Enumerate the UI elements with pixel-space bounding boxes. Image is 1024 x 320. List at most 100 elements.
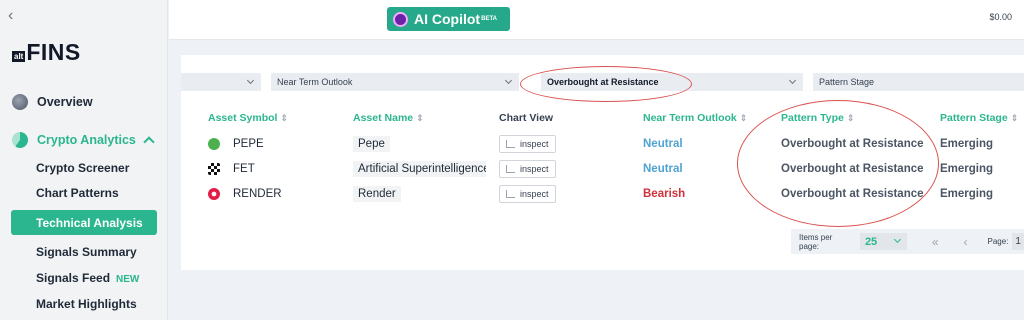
chart-view-cell: inspect bbox=[499, 156, 556, 181]
asset-symbol-cell[interactable]: RENDER bbox=[208, 181, 282, 206]
sidebar-item-chart-patterns[interactable]: Chart Patterns bbox=[36, 186, 119, 200]
filter-pattern-stage[interactable]: Pattern Stage bbox=[813, 73, 1024, 91]
altfins-logo[interactable]: alt FINS bbox=[12, 39, 81, 65]
near-term-outlook-cell: Neutral bbox=[643, 156, 683, 181]
pattern-type-header-label: Pattern Type bbox=[781, 112, 844, 124]
filter-pattern-stage-value: Pattern Stage bbox=[819, 77, 875, 87]
pagination-bar: Items per page: 25 « ‹ Page: 1 bbox=[791, 229, 1024, 254]
first-page-icon[interactable]: « bbox=[932, 235, 939, 249]
page-label: Page: bbox=[987, 237, 1009, 246]
items-per-page-label: Items per page: bbox=[799, 232, 833, 251]
filter-near-term-outlook[interactable]: Near Term Outlook bbox=[271, 73, 519, 91]
inspect-button[interactable]: inspect bbox=[499, 184, 556, 203]
chevron-down-icon bbox=[893, 235, 901, 244]
asset-symbol: RENDER bbox=[233, 187, 282, 200]
render-coin-icon bbox=[208, 187, 220, 200]
sort-icon: ⇕ bbox=[280, 113, 288, 123]
outlook-value: Neutral bbox=[643, 137, 683, 150]
chevron-down-icon bbox=[246, 76, 255, 85]
chart-icon bbox=[506, 189, 515, 198]
column-header-chart-view: Chart View bbox=[499, 112, 554, 124]
new-badge: NEW bbox=[116, 274, 140, 285]
table-row[interactable]: RENDER Render inspect Bearish Overbought… bbox=[181, 181, 1024, 206]
asset-name-cell: Artificial Superintelligence bbox=[353, 156, 486, 181]
signals-feed-label: Signals Feed bbox=[36, 271, 111, 285]
asset-name: Render bbox=[353, 185, 401, 202]
pattern-stage-header-label: Pattern Stage bbox=[940, 112, 1008, 124]
asset-name-header-label: Asset Name bbox=[353, 112, 414, 124]
sidebar-item-technical-analysis[interactable]: Technical Analysis bbox=[11, 210, 157, 235]
outlook-value: Neutral bbox=[643, 162, 683, 175]
asset-name-cell: Render bbox=[353, 181, 401, 206]
sidebar-item-crypto-screener[interactable]: Crypto Screener bbox=[36, 161, 129, 175]
crypto-analytics-icon bbox=[12, 132, 28, 148]
column-header-asset-name[interactable]: Asset Name ⇕ bbox=[353, 112, 424, 124]
nav-overview-label: Overview bbox=[37, 95, 93, 109]
chart-view-cell: inspect bbox=[499, 181, 556, 206]
collapse-sidebar-icon[interactable]: ‹ bbox=[8, 8, 22, 24]
chevron-up-icon[interactable] bbox=[143, 136, 155, 148]
filter-pattern-type-value: Overbought at Resistance bbox=[547, 77, 659, 87]
asset-symbol-cell[interactable]: FET bbox=[208, 156, 255, 181]
inspect-label: inspect bbox=[520, 188, 549, 199]
asset-name-cell: Pepe bbox=[353, 131, 390, 156]
sidebar: ‹ alt FINS Overview Crypto Analytics Cry… bbox=[0, 0, 168, 320]
asset-symbol-cell[interactable]: PEPE bbox=[208, 131, 264, 156]
asset-symbol-header-label: Asset Symbol bbox=[208, 112, 278, 124]
nav-overview[interactable]: Overview bbox=[0, 90, 93, 114]
nav-crypto-analytics-label: Crypto Analytics bbox=[37, 133, 136, 147]
pattern-stage-cell: Emerging bbox=[940, 187, 994, 200]
asset-name: Pepe bbox=[353, 135, 390, 152]
near-term-outlook-header-label: Near Term Outlook bbox=[643, 112, 737, 124]
table-row[interactable]: PEPE Pepe inspect Neutral Overbought at … bbox=[181, 131, 1024, 156]
sort-icon: ⇕ bbox=[846, 113, 855, 123]
nav-crypto-analytics[interactable]: Crypto Analytics bbox=[0, 128, 136, 152]
fet-coin-icon bbox=[208, 162, 220, 175]
pepe-coin-icon bbox=[208, 137, 220, 150]
items-per-page-select[interactable]: 25 bbox=[859, 233, 907, 250]
chart-icon bbox=[506, 164, 515, 173]
copilot-icon bbox=[393, 11, 408, 27]
pattern-stage-cell: Emerging bbox=[940, 137, 994, 150]
filter-dropdown-first[interactable] bbox=[181, 73, 261, 91]
asset-symbol: PEPE bbox=[233, 137, 264, 150]
ai-copilot-button[interactable]: AI Copilot BETA bbox=[387, 7, 510, 31]
near-term-outlook-cell: Bearish bbox=[643, 181, 685, 206]
sidebar-item-market-highlights[interactable]: Market Highlights bbox=[36, 297, 137, 311]
asset-name: Artificial Superintelligence bbox=[353, 160, 486, 177]
beta-badge: BETA bbox=[481, 16, 497, 22]
sort-icon: ⇕ bbox=[1010, 113, 1019, 123]
top-header: AI Copilot BETA $0.00 bbox=[169, 0, 1024, 40]
account-balance[interactable]: $0.00 bbox=[989, 12, 1012, 22]
outlook-value: Bearish bbox=[643, 187, 686, 200]
previous-page-icon[interactable]: ‹ bbox=[964, 235, 968, 249]
chevron-down-icon bbox=[788, 76, 797, 85]
sidebar-item-signals-feed[interactable]: Signals Feed NEW bbox=[36, 271, 139, 285]
chart-icon bbox=[506, 139, 515, 148]
asset-symbol: FET bbox=[233, 162, 255, 175]
filter-near-term-outlook-value: Near Term Outlook bbox=[277, 77, 353, 87]
near-term-outlook-cell: Neutral bbox=[643, 131, 683, 156]
sort-icon: ⇕ bbox=[416, 113, 424, 123]
table-row[interactable]: FET Artificial Superintelligence inspect… bbox=[181, 156, 1024, 181]
column-header-pattern-stage[interactable]: Pattern Stage ⇕ bbox=[940, 112, 1018, 124]
column-header-near-term-outlook[interactable]: Near Term Outlook ⇕ bbox=[643, 112, 747, 124]
items-per-page-value: 25 bbox=[864, 235, 878, 248]
pattern-type-cell: Overbought at Resistance bbox=[781, 162, 924, 175]
inspect-button[interactable]: inspect bbox=[499, 134, 556, 153]
column-header-pattern-type[interactable]: Pattern Type ⇕ bbox=[781, 112, 854, 124]
inspect-label: inspect bbox=[520, 138, 549, 149]
sidebar-item-signals-summary[interactable]: Signals Summary bbox=[36, 245, 137, 259]
pattern-type-cell: Overbought at Resistance bbox=[781, 137, 924, 150]
chevron-down-icon bbox=[504, 76, 513, 85]
page-number-input[interactable]: 1 bbox=[1012, 233, 1024, 250]
copilot-label: AI Copilot bbox=[414, 11, 481, 27]
filter-pattern-type[interactable]: Overbought at Resistance bbox=[541, 73, 803, 91]
logo-main: FINS bbox=[26, 39, 81, 65]
sort-icon: ⇕ bbox=[739, 113, 748, 123]
inspect-button[interactable]: inspect bbox=[499, 159, 556, 178]
logo-prefix: alt bbox=[12, 51, 26, 62]
inspect-label: inspect bbox=[520, 163, 549, 174]
column-header-asset-symbol[interactable]: Asset Symbol ⇕ bbox=[208, 112, 288, 124]
technical-analysis-panel: Near Term Outlook Overbought at Resistan… bbox=[181, 55, 1024, 270]
